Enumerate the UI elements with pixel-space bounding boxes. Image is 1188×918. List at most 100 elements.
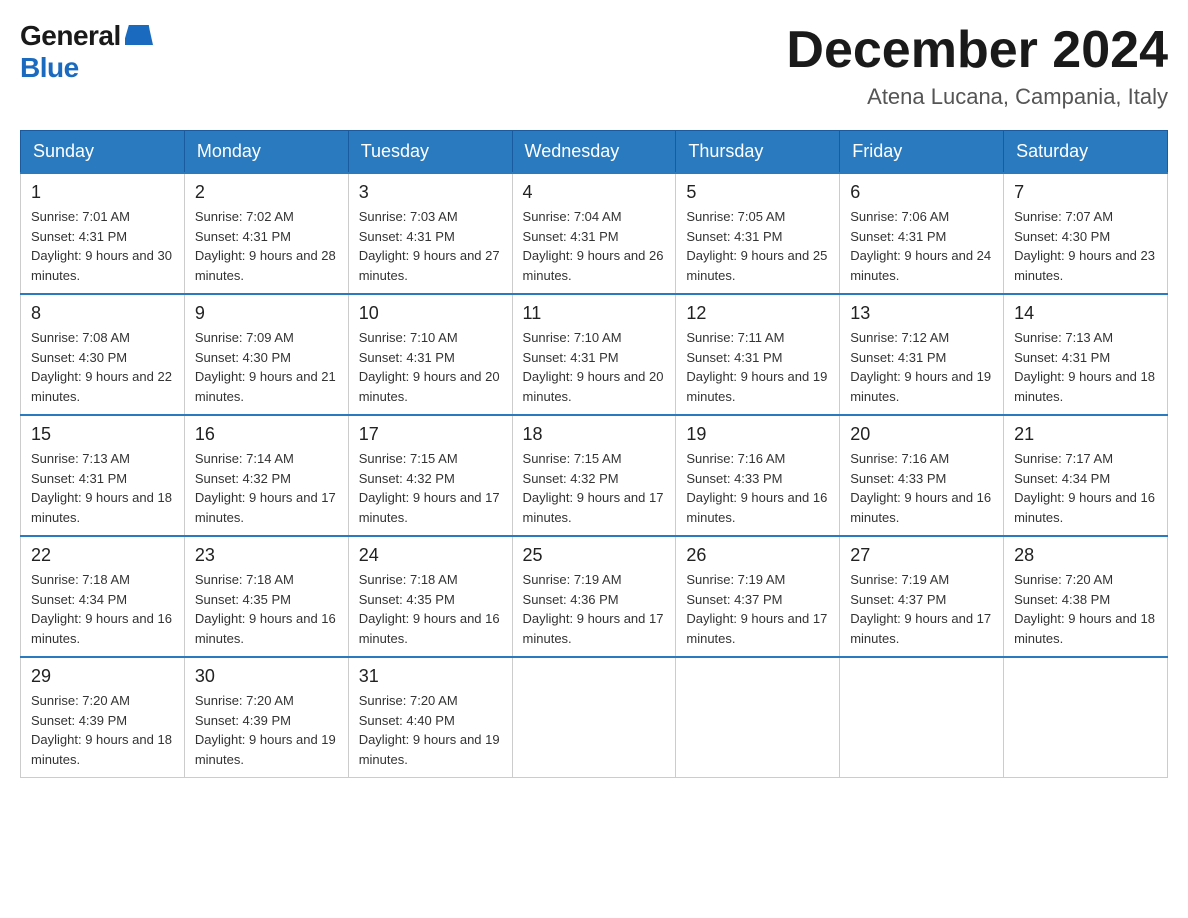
day-info: Sunrise: 7:20 AM Sunset: 4:39 PM Dayligh… xyxy=(195,691,338,769)
day-header-wednesday: Wednesday xyxy=(512,131,676,174)
calendar-cell xyxy=(840,657,1004,778)
day-info: Sunrise: 7:18 AM Sunset: 4:35 PM Dayligh… xyxy=(195,570,338,648)
day-number: 10 xyxy=(359,303,502,324)
day-header-tuesday: Tuesday xyxy=(348,131,512,174)
day-info: Sunrise: 7:01 AM Sunset: 4:31 PM Dayligh… xyxy=(31,207,174,285)
logo-blue-text: Blue xyxy=(20,52,79,84)
day-number: 31 xyxy=(359,666,502,687)
calendar-cell: 2 Sunrise: 7:02 AM Sunset: 4:31 PM Dayli… xyxy=(184,173,348,294)
calendar-cell: 31 Sunrise: 7:20 AM Sunset: 4:40 PM Dayl… xyxy=(348,657,512,778)
day-number: 11 xyxy=(523,303,666,324)
logo-triangle-icon xyxy=(125,23,153,47)
day-info: Sunrise: 7:14 AM Sunset: 4:32 PM Dayligh… xyxy=(195,449,338,527)
location-text: Atena Lucana, Campania, Italy xyxy=(786,84,1168,110)
day-number: 30 xyxy=(195,666,338,687)
day-number: 18 xyxy=(523,424,666,445)
week-row-1: 1 Sunrise: 7:01 AM Sunset: 4:31 PM Dayli… xyxy=(21,173,1168,294)
calendar-cell: 6 Sunrise: 7:06 AM Sunset: 4:31 PM Dayli… xyxy=(840,173,1004,294)
calendar-cell: 11 Sunrise: 7:10 AM Sunset: 4:31 PM Dayl… xyxy=(512,294,676,415)
day-info: Sunrise: 7:19 AM Sunset: 4:37 PM Dayligh… xyxy=(850,570,993,648)
calendar-cell: 29 Sunrise: 7:20 AM Sunset: 4:39 PM Dayl… xyxy=(21,657,185,778)
day-info: Sunrise: 7:19 AM Sunset: 4:36 PM Dayligh… xyxy=(523,570,666,648)
day-number: 3 xyxy=(359,182,502,203)
day-number: 6 xyxy=(850,182,993,203)
day-info: Sunrise: 7:20 AM Sunset: 4:39 PM Dayligh… xyxy=(31,691,174,769)
calendar-cell: 8 Sunrise: 7:08 AM Sunset: 4:30 PM Dayli… xyxy=(21,294,185,415)
calendar-header-row: SundayMondayTuesdayWednesdayThursdayFrid… xyxy=(21,131,1168,174)
calendar-cell: 9 Sunrise: 7:09 AM Sunset: 4:30 PM Dayli… xyxy=(184,294,348,415)
calendar-cell: 5 Sunrise: 7:05 AM Sunset: 4:31 PM Dayli… xyxy=(676,173,840,294)
day-info: Sunrise: 7:16 AM Sunset: 4:33 PM Dayligh… xyxy=(686,449,829,527)
calendar-cell: 16 Sunrise: 7:14 AM Sunset: 4:32 PM Dayl… xyxy=(184,415,348,536)
day-number: 27 xyxy=(850,545,993,566)
calendar-cell: 30 Sunrise: 7:20 AM Sunset: 4:39 PM Dayl… xyxy=(184,657,348,778)
logo-general-text: General xyxy=(20,20,121,52)
calendar-cell: 4 Sunrise: 7:04 AM Sunset: 4:31 PM Dayli… xyxy=(512,173,676,294)
day-number: 23 xyxy=(195,545,338,566)
calendar-cell: 21 Sunrise: 7:17 AM Sunset: 4:34 PM Dayl… xyxy=(1004,415,1168,536)
calendar-cell: 19 Sunrise: 7:16 AM Sunset: 4:33 PM Dayl… xyxy=(676,415,840,536)
page-header: General Blue December 2024 Atena Lucana,… xyxy=(20,20,1168,110)
calendar-cell: 12 Sunrise: 7:11 AM Sunset: 4:31 PM Dayl… xyxy=(676,294,840,415)
day-info: Sunrise: 7:04 AM Sunset: 4:31 PM Dayligh… xyxy=(523,207,666,285)
day-info: Sunrise: 7:18 AM Sunset: 4:34 PM Dayligh… xyxy=(31,570,174,648)
calendar-cell: 23 Sunrise: 7:18 AM Sunset: 4:35 PM Dayl… xyxy=(184,536,348,657)
day-info: Sunrise: 7:10 AM Sunset: 4:31 PM Dayligh… xyxy=(359,328,502,406)
day-info: Sunrise: 7:10 AM Sunset: 4:31 PM Dayligh… xyxy=(523,328,666,406)
calendar-cell: 24 Sunrise: 7:18 AM Sunset: 4:35 PM Dayl… xyxy=(348,536,512,657)
day-info: Sunrise: 7:18 AM Sunset: 4:35 PM Dayligh… xyxy=(359,570,502,648)
calendar-cell: 22 Sunrise: 7:18 AM Sunset: 4:34 PM Dayl… xyxy=(21,536,185,657)
day-number: 2 xyxy=(195,182,338,203)
day-info: Sunrise: 7:17 AM Sunset: 4:34 PM Dayligh… xyxy=(1014,449,1157,527)
day-number: 14 xyxy=(1014,303,1157,324)
calendar-cell: 28 Sunrise: 7:20 AM Sunset: 4:38 PM Dayl… xyxy=(1004,536,1168,657)
day-info: Sunrise: 7:08 AM Sunset: 4:30 PM Dayligh… xyxy=(31,328,174,406)
day-header-sunday: Sunday xyxy=(21,131,185,174)
week-row-3: 15 Sunrise: 7:13 AM Sunset: 4:31 PM Dayl… xyxy=(21,415,1168,536)
day-info: Sunrise: 7:20 AM Sunset: 4:38 PM Dayligh… xyxy=(1014,570,1157,648)
day-number: 7 xyxy=(1014,182,1157,203)
calendar-cell: 1 Sunrise: 7:01 AM Sunset: 4:31 PM Dayli… xyxy=(21,173,185,294)
day-number: 26 xyxy=(686,545,829,566)
day-number: 15 xyxy=(31,424,174,445)
day-info: Sunrise: 7:15 AM Sunset: 4:32 PM Dayligh… xyxy=(359,449,502,527)
calendar-cell: 18 Sunrise: 7:15 AM Sunset: 4:32 PM Dayl… xyxy=(512,415,676,536)
calendar-table: SundayMondayTuesdayWednesdayThursdayFrid… xyxy=(20,130,1168,778)
calendar-cell: 25 Sunrise: 7:19 AM Sunset: 4:36 PM Dayl… xyxy=(512,536,676,657)
day-header-monday: Monday xyxy=(184,131,348,174)
week-row-5: 29 Sunrise: 7:20 AM Sunset: 4:39 PM Dayl… xyxy=(21,657,1168,778)
day-info: Sunrise: 7:03 AM Sunset: 4:31 PM Dayligh… xyxy=(359,207,502,285)
day-number: 5 xyxy=(686,182,829,203)
calendar-cell xyxy=(512,657,676,778)
day-number: 20 xyxy=(850,424,993,445)
day-info: Sunrise: 7:13 AM Sunset: 4:31 PM Dayligh… xyxy=(31,449,174,527)
day-info: Sunrise: 7:11 AM Sunset: 4:31 PM Dayligh… xyxy=(686,328,829,406)
calendar-cell: 15 Sunrise: 7:13 AM Sunset: 4:31 PM Dayl… xyxy=(21,415,185,536)
day-number: 21 xyxy=(1014,424,1157,445)
title-section: December 2024 Atena Lucana, Campania, It… xyxy=(786,20,1168,110)
day-info: Sunrise: 7:20 AM Sunset: 4:40 PM Dayligh… xyxy=(359,691,502,769)
day-number: 19 xyxy=(686,424,829,445)
day-number: 12 xyxy=(686,303,829,324)
day-number: 13 xyxy=(850,303,993,324)
calendar-cell: 26 Sunrise: 7:19 AM Sunset: 4:37 PM Dayl… xyxy=(676,536,840,657)
day-number: 9 xyxy=(195,303,338,324)
day-info: Sunrise: 7:06 AM Sunset: 4:31 PM Dayligh… xyxy=(850,207,993,285)
day-info: Sunrise: 7:12 AM Sunset: 4:31 PM Dayligh… xyxy=(850,328,993,406)
day-number: 25 xyxy=(523,545,666,566)
calendar-cell: 10 Sunrise: 7:10 AM Sunset: 4:31 PM Dayl… xyxy=(348,294,512,415)
day-number: 8 xyxy=(31,303,174,324)
calendar-cell: 7 Sunrise: 7:07 AM Sunset: 4:30 PM Dayli… xyxy=(1004,173,1168,294)
logo: General Blue xyxy=(20,20,153,84)
calendar-cell xyxy=(1004,657,1168,778)
day-number: 29 xyxy=(31,666,174,687)
day-header-thursday: Thursday xyxy=(676,131,840,174)
day-number: 24 xyxy=(359,545,502,566)
day-number: 22 xyxy=(31,545,174,566)
day-info: Sunrise: 7:19 AM Sunset: 4:37 PM Dayligh… xyxy=(686,570,829,648)
day-info: Sunrise: 7:15 AM Sunset: 4:32 PM Dayligh… xyxy=(523,449,666,527)
day-info: Sunrise: 7:16 AM Sunset: 4:33 PM Dayligh… xyxy=(850,449,993,527)
calendar-cell: 3 Sunrise: 7:03 AM Sunset: 4:31 PM Dayli… xyxy=(348,173,512,294)
day-number: 1 xyxy=(31,182,174,203)
calendar-cell: 20 Sunrise: 7:16 AM Sunset: 4:33 PM Dayl… xyxy=(840,415,1004,536)
